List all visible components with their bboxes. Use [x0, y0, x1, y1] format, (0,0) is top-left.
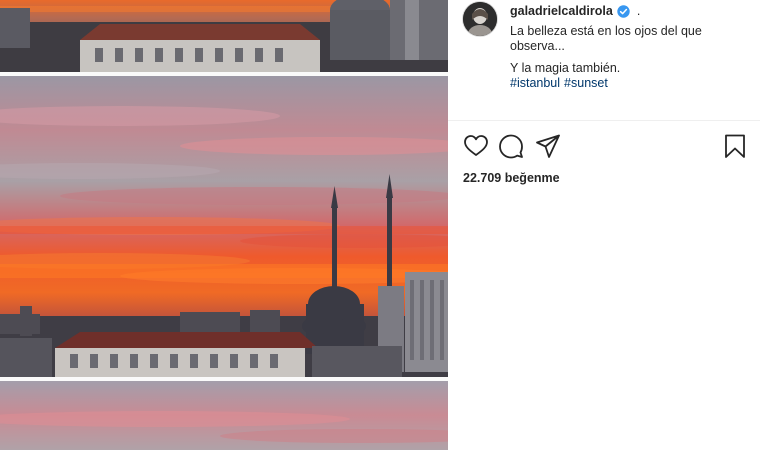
post-caption: galadrielcaldirola . La belleza está en … — [510, 4, 750, 92]
sunset-photo-bottom — [0, 381, 448, 450]
sunset-mosque-photo — [0, 76, 448, 377]
bookmark-icon — [725, 134, 745, 158]
verified-badge-icon — [617, 5, 630, 18]
caption-line: Y la magia también. — [510, 60, 621, 75]
avatar[interactable] — [463, 2, 497, 36]
caption-line: observa... — [510, 39, 565, 53]
profile-picture — [463, 2, 497, 36]
caption-line: La belleza está en los ojos del que — [510, 23, 702, 38]
sunset-photo-top — [0, 0, 448, 72]
post-photo-main[interactable] — [0, 76, 448, 377]
heart-icon — [464, 135, 488, 156]
paper-plane-icon — [536, 134, 560, 158]
likes-label: beğenme — [504, 171, 560, 185]
comment-bubble-icon — [499, 134, 523, 159]
caption-text: La belleza está en los ojos del que obse… — [510, 24, 750, 92]
share-button[interactable] — [535, 133, 561, 159]
likes-number: 22.709 — [463, 171, 502, 185]
post-photo-top[interactable] — [0, 0, 448, 72]
hashtag-list: #istanbul #sunset — [510, 76, 750, 92]
hashtag-link[interactable]: #sunset — [564, 76, 608, 90]
divider — [448, 120, 760, 121]
post-photo-bottom[interactable] — [0, 381, 448, 450]
post-media[interactable] — [0, 0, 448, 450]
likes-count[interactable]: 22.709 beğenme — [463, 171, 560, 185]
hashtag-link[interactable]: #istanbul — [510, 76, 560, 90]
action-bar — [463, 133, 748, 161]
save-button[interactable] — [722, 133, 748, 159]
caption-separator: . — [636, 4, 641, 18]
username-link[interactable]: galadrielcaldirola — [510, 4, 613, 20]
post-details-panel: galadrielcaldirola . La belleza está en … — [448, 0, 760, 450]
like-button[interactable] — [463, 133, 489, 159]
comment-button[interactable] — [498, 133, 524, 159]
